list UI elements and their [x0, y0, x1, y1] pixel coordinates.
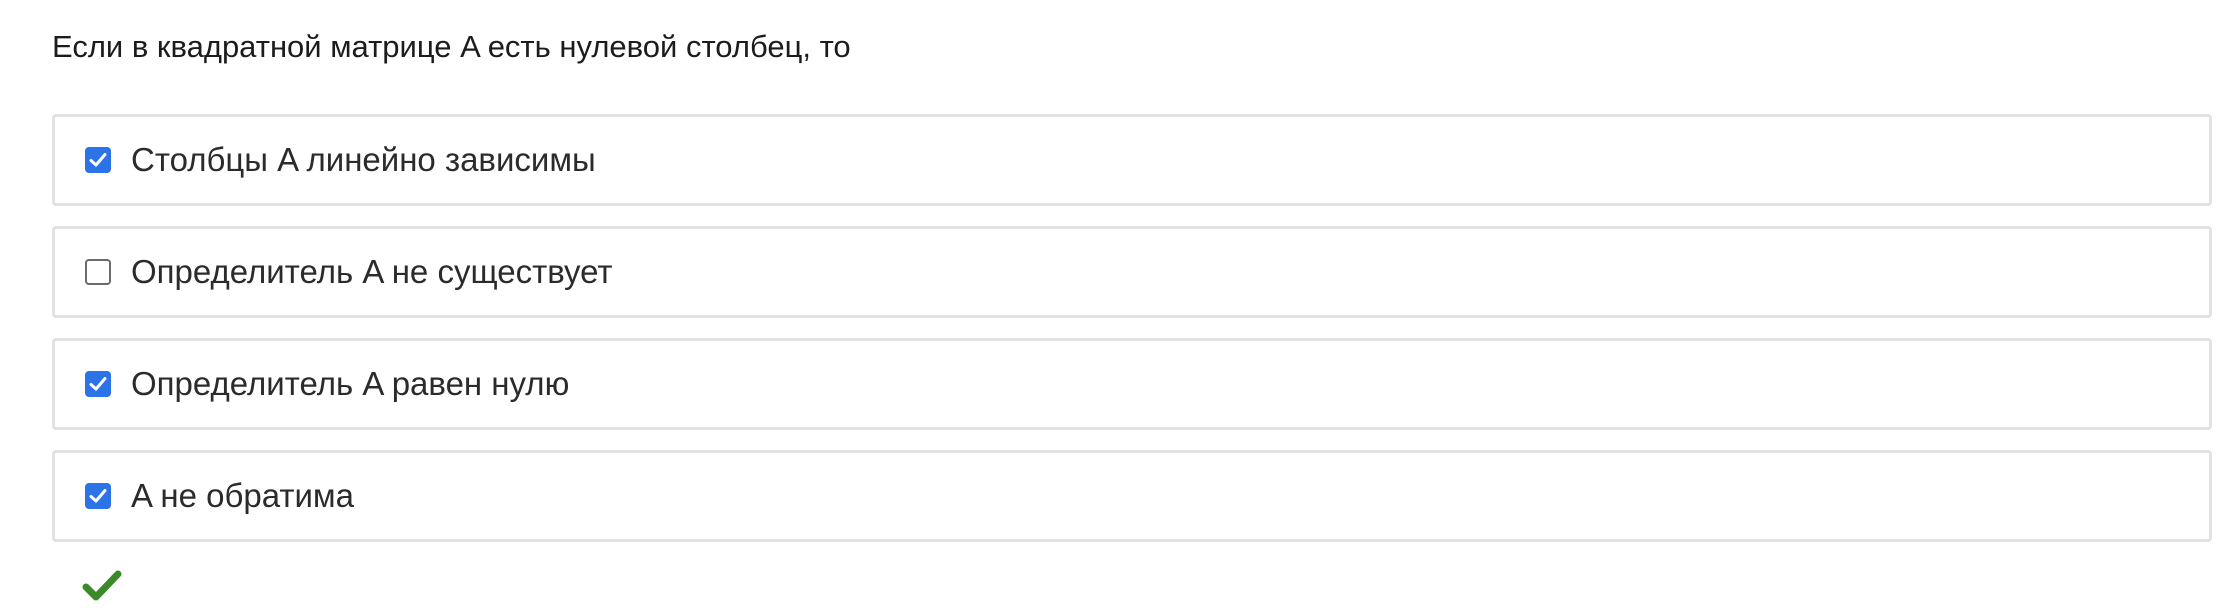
check-icon	[89, 377, 107, 391]
question-text: Если в квадратной матрице A есть нулевой…	[52, 29, 851, 64]
checkbox-checked[interactable]	[85, 371, 111, 397]
answer-options: Столбцы A линейно зависимы Определитель …	[52, 114, 2212, 562]
checkbox-checked[interactable]	[85, 483, 111, 509]
option-1[interactable]: Столбцы A линейно зависимы	[52, 114, 2212, 206]
check-icon	[89, 153, 107, 167]
option-label: Определитель A равен нулю	[131, 365, 570, 402]
option-label: Определитель A не существует	[131, 253, 613, 290]
option-4[interactable]: A не обратима	[52, 450, 2212, 542]
option-2[interactable]: Определитель A не существует	[52, 226, 2212, 318]
checkbox-unchecked[interactable]	[85, 259, 111, 285]
option-label: A не обратима	[131, 477, 354, 514]
option-label: Столбцы A линейно зависимы	[131, 141, 596, 178]
check-mark-icon	[82, 570, 122, 602]
check-icon	[89, 489, 107, 503]
checkbox-checked[interactable]	[85, 147, 111, 173]
option-3[interactable]: Определитель A равен нулю	[52, 338, 2212, 430]
